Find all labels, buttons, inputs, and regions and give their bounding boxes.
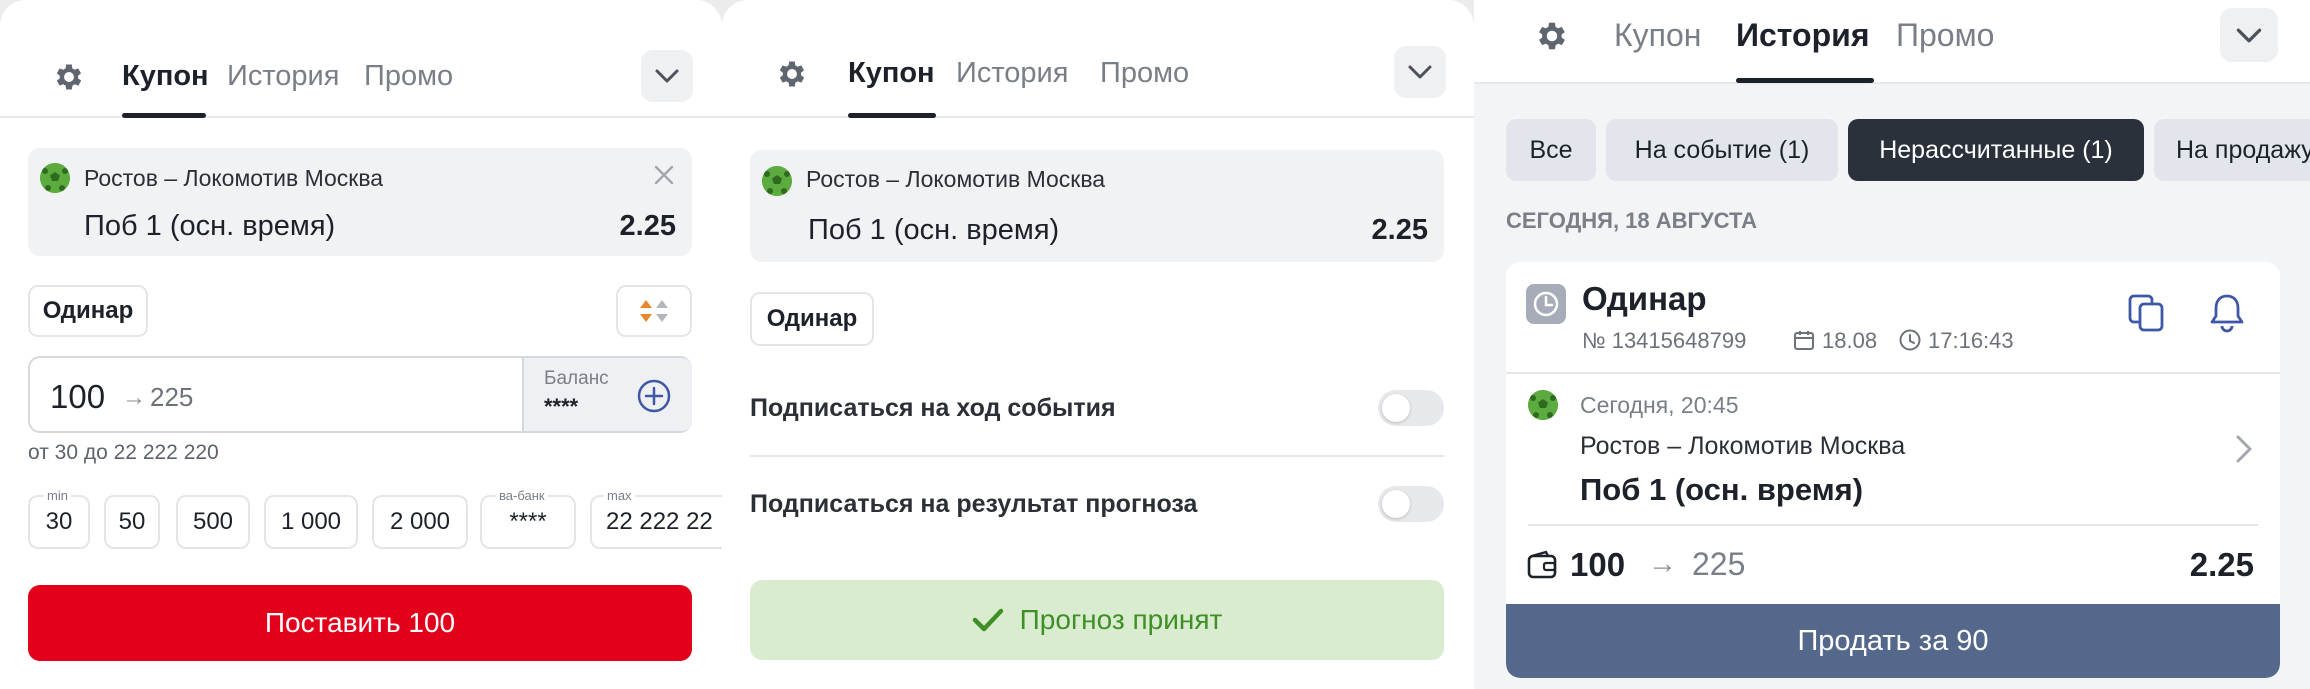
divider <box>1506 372 2280 374</box>
balance-value: **** <box>544 394 579 419</box>
checkmark-icon <box>972 608 1003 632</box>
divider <box>1528 524 2258 526</box>
collapse-button[interactable] <box>1394 46 1446 98</box>
bell-icon[interactable] <box>2206 290 2248 334</box>
stake-arrow: → <box>122 384 146 411</box>
gear-icon[interactable] <box>775 57 809 91</box>
bet-accepted-banner: Прогноз принят <box>750 580 1444 660</box>
divider <box>750 455 1444 457</box>
quick-stake-all-in[interactable]: **** <box>480 495 576 549</box>
subscribe-event-label: Подписаться на ход события <box>750 394 1116 422</box>
tab-promo[interactable]: Промо <box>1100 57 1189 90</box>
coupon-panel-accepted: Купон История Промо Ростов – Локомотив М… <box>722 0 1474 689</box>
odds-value: 2.25 <box>1371 214 1428 246</box>
stake-input[interactable]: 100 <box>50 378 105 416</box>
football-icon <box>1528 390 1558 420</box>
bet-date: 18.08 <box>1822 328 1878 353</box>
quick-stake[interactable]: 2 000 <box>372 495 468 549</box>
add-funds-icon[interactable] <box>636 378 672 414</box>
coupon-header: Купон История Промо <box>0 0 722 118</box>
potential-payout: 225 <box>150 382 194 412</box>
stake-arrow: → <box>1648 548 1677 580</box>
tab-promo[interactable]: Промо <box>1896 17 1994 54</box>
quick-stake-max[interactable]: 22 222 22 <box>590 495 722 549</box>
tab-history[interactable]: История <box>956 57 1068 90</box>
quick-stake[interactable]: 500 <box>176 495 250 549</box>
football-icon <box>40 163 70 193</box>
tab-coupon[interactable]: Купон <box>1614 17 1701 54</box>
clock-icon <box>1899 329 1921 351</box>
history-header: Купон История Промо <box>1474 0 2310 84</box>
football-icon <box>762 166 792 196</box>
active-tab-indicator <box>1736 78 1874 83</box>
event-start-time: Сегодня, 20:45 <box>1580 392 1739 418</box>
calendar-icon <box>1794 331 1814 350</box>
coupon-panel-entry: Купон История Промо Ростов – Локомотив М… <box>0 0 722 689</box>
event-card: Ростов – Локомотив Москва Поб 1 (осн. вр… <box>750 150 1444 262</box>
event-name: Ростов – Локомотив Москва <box>806 166 1106 192</box>
quick-stake[interactable]: 50 <box>104 495 160 549</box>
screen: Купон История Промо Ростов – Локомотив М… <box>0 0 2310 689</box>
bet-number: № 13415648799 <box>1582 328 1747 353</box>
bet-outcome: Поб 1 (осн. время) <box>808 214 1060 246</box>
sort-arrows-icon <box>640 300 668 322</box>
event-name: Ростов – Локомотив Москва <box>84 165 384 191</box>
chevron-down-icon <box>655 69 679 83</box>
date-section-header: СЕГОДНЯ, 18 АВГУСТА <box>1506 208 1757 233</box>
tab-history[interactable]: История <box>1736 17 1869 54</box>
collapse-button[interactable] <box>641 50 693 102</box>
collapse-button[interactable] <box>2220 8 2278 62</box>
subscribe-result-toggle[interactable] <box>1378 486 1444 522</box>
balance-label: Баланс <box>544 368 609 389</box>
quick-stake-caption: min <box>44 488 71 503</box>
stake-amount: 100 <box>1570 546 1626 583</box>
active-tab-indicator <box>122 113 206 118</box>
bet-outcome: Поб 1 (осн. время) <box>84 210 336 242</box>
potential-payout: 225 <box>1692 546 1746 582</box>
tab-history[interactable]: История <box>227 60 339 93</box>
chevron-down-icon <box>1408 65 1432 79</box>
quick-stake[interactable]: 1 000 <box>264 495 358 549</box>
clock-icon <box>1533 291 1559 317</box>
copy-icon[interactable] <box>2126 292 2168 334</box>
gear-icon[interactable] <box>52 60 86 94</box>
odds-value: 2.25 <box>2189 546 2254 583</box>
quick-stake-min[interactable]: 30 <box>28 495 90 549</box>
bet-type-single[interactable]: Одинар <box>28 285 148 337</box>
odds-change-button[interactable] <box>616 285 692 337</box>
chevron-down-icon <box>2236 28 2262 42</box>
sell-bet-button[interactable]: Продать за 90 <box>1506 604 2280 678</box>
gear-icon[interactable] <box>1534 18 1570 54</box>
subscribe-result-label: Подписаться на результат прогноза <box>750 490 1198 518</box>
balance-box: Баланс **** <box>522 358 692 431</box>
active-tab-indicator <box>848 113 936 118</box>
odds-value: 2.25 <box>619 210 676 242</box>
filter-for-sale[interactable]: На продажу <box>2154 119 2310 181</box>
history-panel: Купон История Промо Все На событие (1) Н… <box>1474 0 2310 689</box>
bet-time: 17:16:43 <box>1928 328 2014 353</box>
close-icon[interactable] <box>653 164 675 186</box>
subscribe-event-toggle[interactable] <box>1378 390 1444 426</box>
pending-status-icon <box>1526 284 1566 324</box>
tab-coupon[interactable]: Купон <box>122 60 209 93</box>
bet-history-card[interactable]: Одинар № 13415648799 18.08 17:16:43 Сего… <box>1506 262 2280 678</box>
bet-type-title: Одинар <box>1582 280 1707 317</box>
filter-unsettled[interactable]: Нерассчитанные (1) <box>1848 119 2144 181</box>
tab-coupon[interactable]: Купон <box>848 57 935 90</box>
place-bet-button[interactable]: Поставить 100 <box>28 585 692 661</box>
event-card: Ростов – Локомотив Москва Поб 1 (осн. вр… <box>28 148 692 256</box>
quick-stake-caption: max <box>604 488 635 503</box>
stake-input-box: 100 → 225 Баланс **** <box>28 356 692 433</box>
chevron-right-icon[interactable] <box>2234 434 2254 464</box>
tab-promo[interactable]: Промо <box>364 60 453 93</box>
filter-on-event[interactable]: На событие (1) <box>1606 119 1838 181</box>
quick-stake-caption: ва-банк <box>496 488 548 503</box>
stake-range-hint: от 30 до 22 222 220 <box>28 441 219 464</box>
bet-outcome: Поб 1 (осн. время) <box>1580 472 1864 507</box>
wallet-icon <box>1527 550 1557 579</box>
event-name: Ростов – Локомотив Москва <box>1580 432 1906 460</box>
bet-type-single: Одинар <box>750 292 874 346</box>
filter-all[interactable]: Все <box>1506 119 1596 181</box>
coupon-header: Купон История Промо <box>722 0 1474 118</box>
